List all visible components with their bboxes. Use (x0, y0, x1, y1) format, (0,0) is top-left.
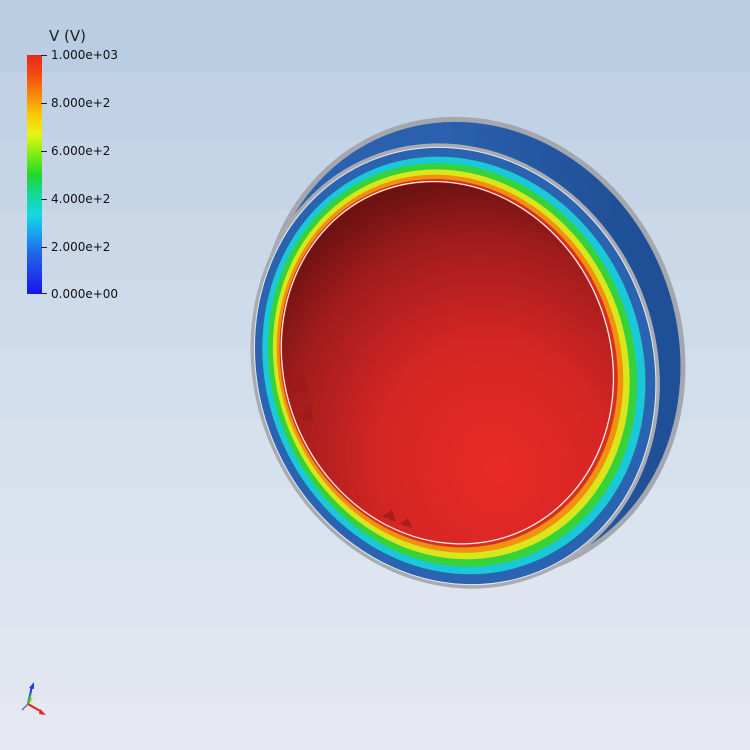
tick-label-800: 8.000e+2 (51, 96, 111, 110)
tick-mark (41, 293, 47, 294)
tick-mark (41, 199, 47, 200)
orientation-axes-icon[interactable] (14, 680, 54, 724)
tick-label-400: 4.000e+2 (51, 192, 111, 206)
tick-label-min: 0.000e+00 (51, 287, 119, 301)
tick-mark (41, 247, 47, 248)
color-legend: V (V) 1.000e+03 8.000e+2 6.000e+2 4.000e… (0, 0, 200, 310)
legend-title: V (V) (49, 27, 86, 45)
tick-mark (41, 151, 47, 152)
tick-mark (41, 55, 47, 56)
tick-mark (41, 103, 47, 104)
tick-label-600: 6.000e+2 (51, 144, 111, 158)
tick-label-max: 1.000e+03 (51, 48, 119, 62)
axis-x-arrow (39, 709, 46, 715)
colorbar (27, 55, 42, 294)
axis-z-arrow (29, 682, 34, 689)
axis-base-line (21, 703, 29, 711)
tick-label-200: 2.000e+2 (51, 240, 111, 254)
hemisphere-shell (250, 116, 686, 589)
